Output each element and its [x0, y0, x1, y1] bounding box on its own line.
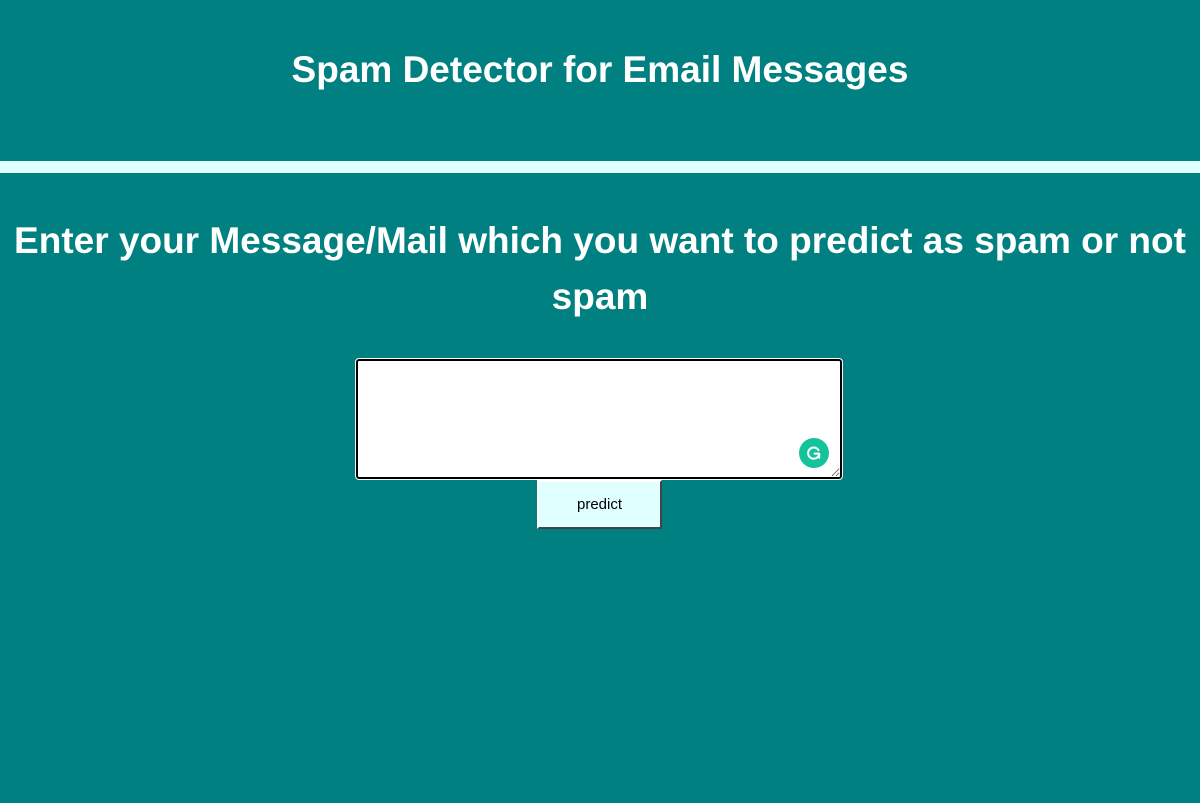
- header-divider: [0, 161, 1200, 173]
- page-title: Spam Detector for Email Messages: [291, 49, 909, 90]
- grammarly-g-glyph: [807, 446, 821, 460]
- message-textarea[interactable]: [355, 358, 843, 480]
- message-input-wrapper: [355, 358, 843, 480]
- grammarly-icon[interactable]: [799, 438, 829, 468]
- page-header: Spam Detector for Email Messages: [0, 0, 1200, 161]
- input-prompt-heading: Enter your Message/Mail which you want t…: [14, 220, 1186, 317]
- predict-button[interactable]: predict: [537, 480, 662, 529]
